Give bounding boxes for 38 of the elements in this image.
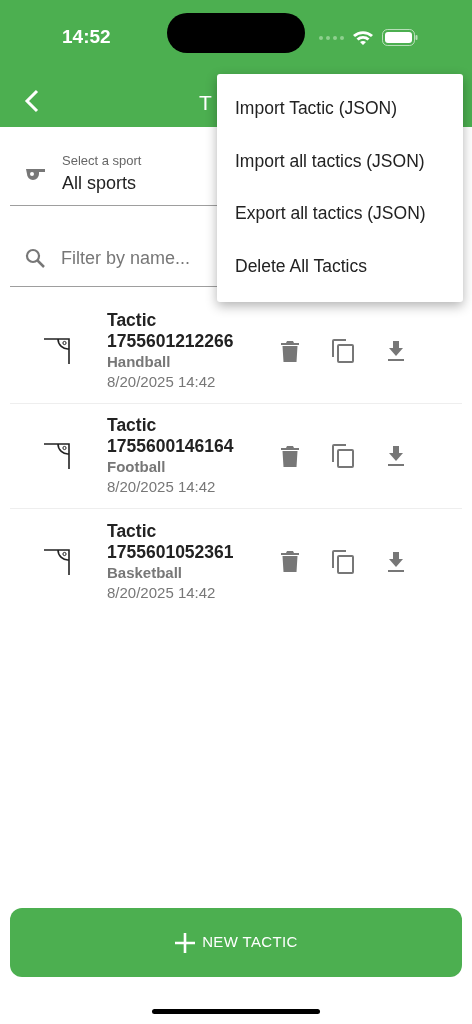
- battery-icon: [382, 29, 418, 46]
- trash-icon: [281, 551, 299, 572]
- menu-item[interactable]: Export all tactics (JSON): [217, 187, 463, 240]
- download-icon: [388, 341, 404, 361]
- select-label: Select a sport: [62, 151, 142, 170]
- status-time: 14:52: [62, 25, 111, 50]
- menu-item[interactable]: Delete All Tactics: [217, 239, 463, 292]
- menu-item[interactable]: Import all tactics (JSON): [217, 134, 463, 187]
- tactic-name: Tactic 1755600146164: [107, 415, 235, 457]
- trash-icon: [281, 340, 299, 362]
- tactic-name: Tactic 1755601052361: [107, 520, 235, 563]
- trash-icon: [281, 445, 299, 467]
- court-corner-icon: [44, 548, 71, 575]
- wifi-icon: [352, 29, 374, 46]
- tactic-sport: Football: [107, 457, 167, 476]
- tactic-sport: Basketball: [107, 562, 184, 582]
- tactic-row[interactable]: Tactic 1755600146164 Football 8/20/2025 14:42: [10, 404, 462, 509]
- copy-icon: [332, 549, 354, 574]
- tactic-date: 8/20/2025 14:42: [107, 477, 217, 497]
- tactic-date: 8/20/2025 14:42: [107, 582, 217, 603]
- search-icon: [25, 248, 45, 268]
- page-title: T: [199, 90, 212, 116]
- download-icon: [388, 551, 404, 572]
- back-icon: [24, 89, 40, 113]
- court-corner-icon: [44, 443, 71, 469]
- court-corner-icon: [44, 338, 71, 364]
- copy-icon: [332, 339, 354, 363]
- whistle-icon: [24, 167, 46, 181]
- menu-item[interactable]: Import Tactic (JSON): [217, 82, 463, 135]
- tactic-name: Tactic 1755601212266: [107, 310, 235, 352]
- tactic-date: 8/20/2025 14:42: [107, 372, 217, 392]
- select-value: All sports: [62, 172, 138, 196]
- copy-icon: [332, 444, 354, 468]
- tactic-sport: Handball: [107, 352, 172, 371]
- download-icon: [388, 446, 404, 466]
- signal-icon: [318, 34, 344, 41]
- tactic-row[interactable]: Tactic 1755601052361 Basketball 8/20/2025 14:42: [10, 509, 462, 614]
- plus-icon: [174, 931, 197, 954]
